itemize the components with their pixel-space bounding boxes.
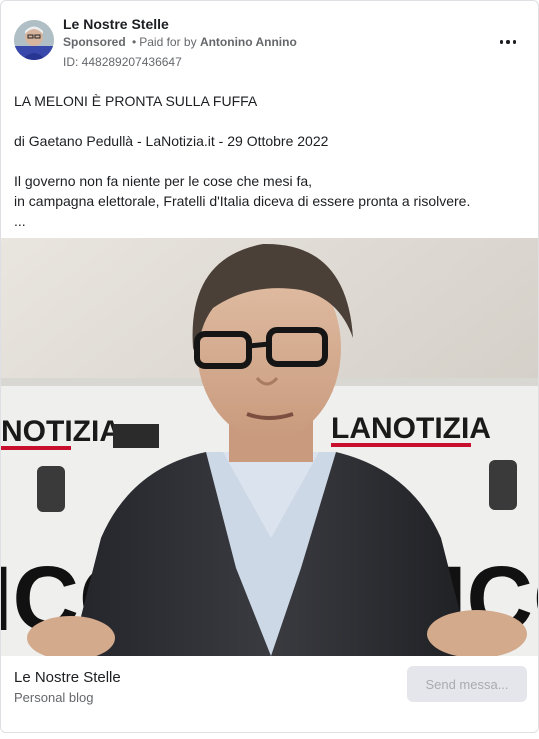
ad-id: ID: 448289207436647	[63, 55, 182, 69]
see-more-ellipsis[interactable]: ...	[14, 211, 524, 231]
footer-page-name[interactable]: Le Nostre Stelle	[14, 669, 121, 686]
post-spacer	[14, 151, 524, 171]
payer-name: Antonino Annino	[199, 35, 297, 49]
post-byline: di Gaetano Pedullà - LaNotizia.it - 29 O…	[14, 133, 329, 149]
ad-card: Le Nostre Stelle Sponsored • Paid for by …	[0, 0, 539, 733]
sponsored-line: Sponsored • Paid for by Antonino Annino	[63, 35, 297, 49]
post-text: LA MELONI È PRONTA SULLA FUFFA di Gaetan…	[14, 91, 524, 231]
meta-separator: •	[132, 35, 137, 49]
ad-footer: Le Nostre Stelle Personal blog Send mess…	[1, 656, 538, 732]
footer-page-category: Personal blog	[14, 690, 94, 705]
more-dot	[512, 40, 517, 44]
more-dot	[506, 40, 510, 44]
more-options-icon[interactable]	[495, 29, 521, 55]
post-body-line: in campagna elettorale, Fratelli d'Itali…	[14, 193, 471, 209]
advertiser-name[interactable]: Le Nostre Stelle	[63, 16, 169, 32]
sponsored-label: Sponsored	[63, 35, 126, 49]
send-message-button[interactable]: Send messa...	[407, 666, 527, 702]
post-headline: LA MELONI È PRONTA SULLA FUFFA	[14, 93, 258, 109]
ad-video-frame[interactable]: NOTIZIA ICO LANOTIZIA ICO	[1, 238, 538, 656]
advertiser-avatar[interactable]	[14, 20, 54, 60]
ad-header: Le Nostre Stelle Sponsored • Paid for by …	[1, 1, 538, 81]
backdrop-logo-left: NOTIZIA	[1, 415, 121, 448]
post-spacer	[14, 111, 524, 131]
paid-for-prefix: Paid for by	[139, 35, 197, 49]
more-dot	[499, 40, 504, 44]
backdrop-logo-right: LANOTIZIA	[331, 412, 491, 445]
post-body-line: Il governo non fa niente per le cose che…	[14, 173, 313, 189]
